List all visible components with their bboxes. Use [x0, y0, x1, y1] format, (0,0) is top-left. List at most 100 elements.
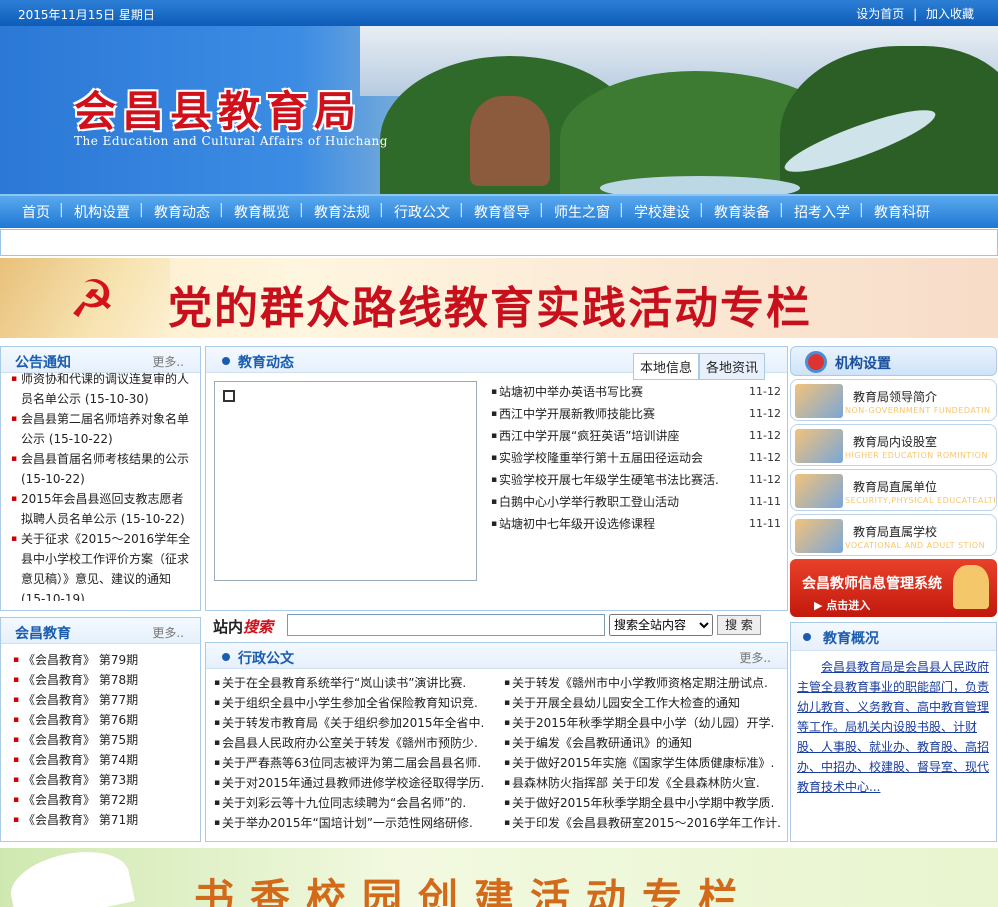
list-item[interactable]: 关于做好2015年实施《国家学生体质健康标准》. — [504, 753, 784, 773]
overview-text[interactable]: 会昌县教育局是会昌县人民政府主管全县教育事业的职能部门，负责幼儿教育、义务教育、… — [791, 651, 996, 797]
nav-item-home[interactable]: 首页 — [10, 202, 62, 222]
news-item-title: 白鹅中心小学举行教职工登山活动 — [499, 495, 680, 509]
list-item[interactable]: 《会昌教育》 第78期 — [13, 670, 200, 690]
list-item[interactable]: 关于转发《赣州市中小学教师资格定期注册试点. — [504, 673, 784, 693]
add-favorite-link[interactable]: 加入收藏 — [926, 7, 974, 21]
news-item-title: 站塘初中举办英语书写比赛 — [499, 385, 644, 399]
org-header-icon — [805, 351, 827, 373]
org-item-photo — [795, 519, 843, 553]
tab-local-info[interactable]: 本地信息 — [632, 353, 699, 380]
header-bullet-icon — [803, 633, 811, 641]
marquee-bar — [0, 229, 998, 256]
nav-item-research[interactable]: 教育科研 — [859, 202, 942, 222]
list-item[interactable]: 站塘初中举办英语书写比赛 11-12 — [491, 381, 783, 403]
list-item[interactable]: 关于组织全县中小学生参加全省保险教育知识竞. — [214, 693, 494, 713]
nav-item-docs[interactable]: 行政公文 — [379, 202, 462, 222]
org-item-units[interactable]: 教育局直属单位 SECURITY,PHYSICAL EDUCATEALTH — [790, 469, 997, 511]
list-item[interactable]: 西江中学开展新教师技能比赛 11-12 — [491, 403, 783, 425]
nav-item-news[interactable]: 教育动态 — [139, 202, 222, 222]
org-item-name: 教育局直属学校 — [853, 525, 938, 539]
nav-item-supervision[interactable]: 教育督导 — [459, 202, 542, 222]
list-item[interactable]: 关于编发《会昌教研通讯》的通知 — [504, 733, 784, 753]
list-item[interactable]: 关于印发《会昌县教研室2015～2016学年工作计. — [504, 813, 784, 833]
search-label-a: 站内 — [213, 618, 244, 636]
open-book-icon — [5, 848, 135, 907]
teacher-system-banner[interactable]: 会昌教师信息管理系统 ▶ 点击进入 — [790, 559, 997, 617]
list-item[interactable]: 站塘初中七年级开设选修课程 11-11 — [491, 513, 783, 535]
party-banner[interactable]: ☭ 党的群众路线教育实践活动专栏 — [0, 258, 998, 338]
list-item[interactable]: 《会昌教育》 第71期 — [13, 810, 200, 830]
list-item[interactable]: 会昌县第二届名师培养对象名单公示 (15-10-22) — [11, 409, 194, 449]
news-item-date: 11-12 — [749, 473, 781, 486]
teacher-system-title: 会昌教师信息管理系统 — [802, 576, 942, 592]
list-item[interactable]: 关于做好2015年秋季学期全县中小学期中教学质. — [504, 793, 784, 813]
nav-item-overview[interactable]: 教育概览 — [219, 202, 302, 222]
teacher-figure-icon — [953, 565, 989, 609]
search-input[interactable] — [287, 614, 605, 636]
notice-list: 师资协和代课的调议连复审的人员名单公示 (15-10-30) 会昌县第二届名师培… — [1, 365, 200, 601]
list-item[interactable]: 关于举办2015年“国培计划”一示范性网络研修. — [214, 813, 494, 833]
news-item-title: 西江中学开展新教师技能比赛 — [499, 407, 656, 421]
org-item-schools[interactable]: 教育局直属学校 VOCATIONAL AND ADULT STION — [790, 514, 997, 556]
overview-title: 教育概况 — [823, 631, 879, 647]
nav-item-window[interactable]: 师生之窗 — [539, 202, 622, 222]
news-item-date: 11-12 — [749, 385, 781, 398]
nav-item-laws[interactable]: 教育法规 — [299, 202, 382, 222]
list-item[interactable]: 关于2015年秋季学期全县中小学（幼儿园）开学. — [504, 713, 784, 733]
list-item[interactable]: 实验学校隆重举行第十五届田径运动会 11-12 — [491, 447, 783, 469]
search-scope-select[interactable]: 搜索全站内容 — [609, 614, 713, 636]
nav-item-construction[interactable]: 学校建设 — [619, 202, 702, 222]
nav-item-admission[interactable]: 招考入学 — [779, 202, 862, 222]
list-item[interactable]: 关于严春燕等63位同志被评为第二届会昌县名师. — [214, 753, 494, 773]
org-item-photo — [795, 384, 843, 418]
org-item-departments[interactable]: 教育局内设股室 HIGHER EDUCATION ROMINTION — [790, 424, 997, 466]
list-item[interactable]: 师资协和代课的调议连复审的人员名单公示 (15-10-30) — [11, 369, 194, 409]
notice-panel: 公告通知 更多.. 师资协和代课的调议连复审的人员名单公示 (15-10-30)… — [0, 346, 201, 611]
news-photo-slideshow[interactable] — [214, 381, 477, 581]
top-links: 设为首页 | 加入收藏 — [856, 5, 974, 22]
list-item[interactable]: 关于转发市教育局《关于组织参加2015年全省中. — [214, 713, 494, 733]
list-item[interactable]: 《会昌教育》 第79期 — [13, 650, 200, 670]
set-homepage-link[interactable]: 设为首页 — [856, 7, 904, 21]
nav-item-org[interactable]: 机构设置 — [59, 202, 142, 222]
huichang-edu-title: 会昌教育 — [15, 626, 71, 642]
list-item[interactable]: 《会昌教育》 第72期 — [13, 790, 200, 810]
nav-item-equipment[interactable]: 教育装备 — [699, 202, 782, 222]
news-item-date: 11-12 — [749, 429, 781, 442]
news-item-title: 实验学校隆重举行第十五届田径运动会 — [499, 451, 704, 465]
party-banner-title: 党的群众路线教育实践活动专栏 — [168, 283, 812, 334]
list-item[interactable]: 关于在全县教育系统举行“岚山读书”演讲比赛. — [214, 673, 494, 693]
docs-title: 行政公文 — [238, 651, 294, 667]
banner-river — [600, 176, 800, 194]
list-item[interactable]: 《会昌教育》 第74期 — [13, 750, 200, 770]
org-item-leaders[interactable]: 教育局领导简介 NON-GOVERNMENT FUNDEDATIN — [790, 379, 997, 421]
list-item[interactable]: 实验学校开展七年级学生硬笔书法比赛活. 11-12 — [491, 469, 783, 491]
list-item[interactable]: 关于征求《2015～2016学年全县中小学校工作评价方案（征求意见稿）》意见、建… — [11, 529, 194, 601]
list-item[interactable]: 《会昌教育》 第77期 — [13, 690, 200, 710]
org-title: 机构设置 — [835, 356, 891, 372]
search-button[interactable]: 搜 索 — [717, 615, 761, 635]
huichang-edu-more-link[interactable]: 更多.. — [152, 624, 184, 641]
list-item[interactable]: 县森林防火指挥部 关于印发《全县森林防火宣. — [504, 773, 784, 793]
huichang-edu-panel: 会昌教育 更多.. 《会昌教育》 第79期 《会昌教育》 第78期 《会昌教育》… — [0, 617, 201, 842]
books-banner[interactable]: 书香校园创建活动专栏 — [0, 848, 998, 907]
list-item[interactable]: 西江中学开展“疯狂英语”培训讲座 11-12 — [491, 425, 783, 447]
list-item[interactable]: 《会昌教育》 第76期 — [13, 710, 200, 730]
news-title: 教育动态 — [238, 355, 294, 371]
list-item[interactable]: 关于开展全县幼儿园安全工作大检查的通知 — [504, 693, 784, 713]
list-item[interactable]: 白鹅中心小学举行教职工登山活动 11-11 — [491, 491, 783, 513]
list-item[interactable]: 2015年会昌县巡回支教志愿者拟聘人员名单公示 (15-10-22) — [11, 489, 194, 529]
news-item-date: 11-11 — [749, 517, 781, 530]
list-item[interactable]: 关于对2015年通过县教师进修学校途径取得学历. — [214, 773, 494, 793]
list-item[interactable]: 会昌县人民政府办公室关于转发《赣州市预防少. — [214, 733, 494, 753]
main-nav: 首页 机构设置 教育动态 教育概览 教育法规 行政公文 教育督导 师生之窗 学校… — [0, 194, 998, 228]
banner-rock — [470, 96, 550, 186]
list-item[interactable]: 《会昌教育》 第73期 — [13, 770, 200, 790]
docs-more-link[interactable]: 更多.. — [739, 649, 771, 666]
list-item[interactable]: 《会昌教育》 第75期 — [13, 730, 200, 750]
list-item[interactable]: 会昌县首届名师考核结果的公示 (15-10-22) — [11, 449, 194, 489]
list-item[interactable]: 关于刘彩云等十九位同志续聘为“会昌名师”的. — [214, 793, 494, 813]
docs-header: 行政公文 更多.. — [206, 643, 787, 669]
tab-regional-news[interactable]: 各地资讯 — [698, 353, 765, 380]
news-panel: 教育动态 本地信息 各地资讯 站塘初中举办英语书写比赛 11-12 西江中学开展新… — [205, 346, 788, 611]
